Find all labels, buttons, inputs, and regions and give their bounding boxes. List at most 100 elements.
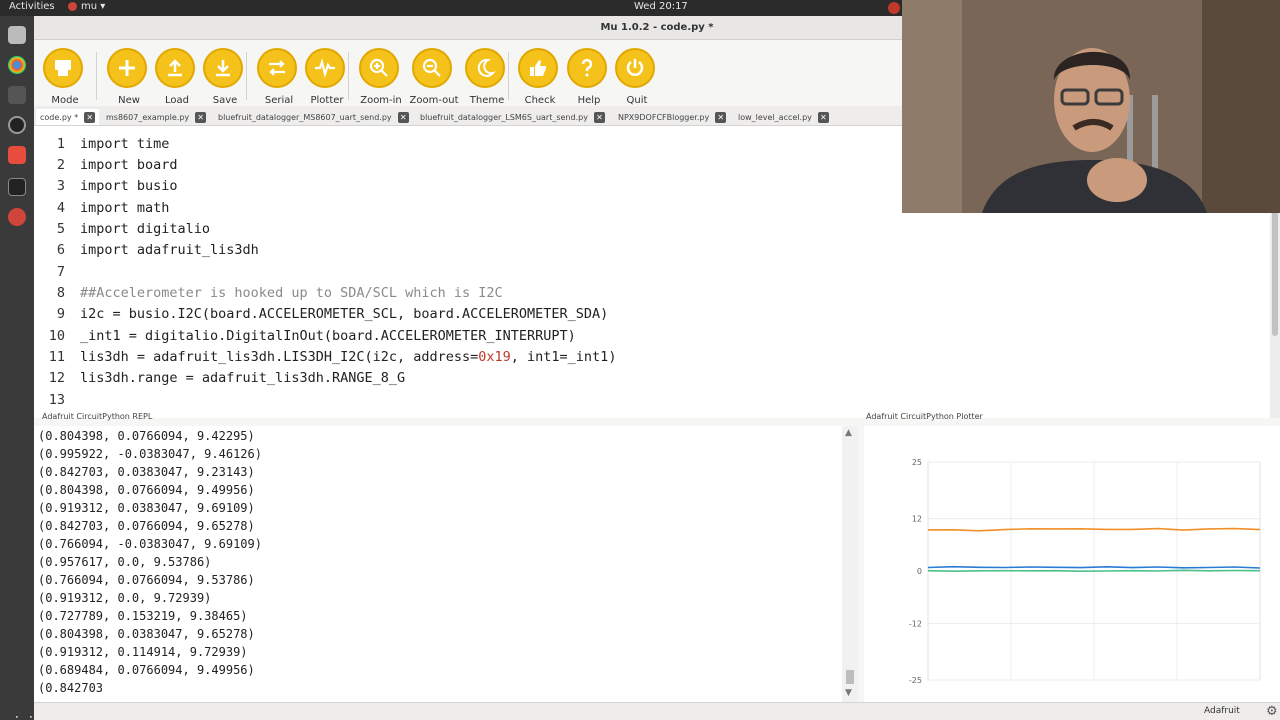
y-tick-label: 12	[912, 515, 922, 524]
moon-icon	[477, 58, 496, 77]
line-number: 10	[48, 328, 65, 344]
terminal-icon[interactable]	[8, 178, 26, 196]
mode-icon	[55, 60, 71, 76]
line-number: 4	[56, 200, 65, 216]
activities-button[interactable]: Activities	[9, 1, 55, 12]
tab-label: low_level_accel.py	[738, 112, 812, 122]
arrows-icon	[269, 60, 285, 76]
tab-label: bluefruit_datalogger_LSM6S_uart_send.py	[420, 112, 588, 122]
code-line: 11 lis3dh = adafruit_lis3dh.LIS3DH_I2C(i2…	[34, 349, 1270, 370]
repl-line: (0.919312, 0.0, 9.72939)	[38, 591, 212, 605]
show-apps-icon[interactable]: ⋮⋮	[10, 715, 38, 720]
line-number: 2	[56, 157, 65, 173]
y-tick-label: 0	[917, 567, 922, 576]
webcam-overlay	[902, 0, 1280, 213]
repl-line: (0.957617, 0.0, 9.53786)	[38, 555, 212, 569]
repl-line: (0.766094, 0.0766094, 9.53786)	[38, 573, 255, 587]
camera-icon[interactable]	[8, 86, 26, 104]
close-icon[interactable]: ✕	[195, 111, 207, 123]
tab-ms8607-example[interactable]: ms8607_example.py ✕	[106, 109, 207, 125]
scrollbar-thumb[interactable]	[846, 670, 854, 684]
code-text: import board	[80, 157, 178, 173]
zoom-in-icon	[369, 58, 388, 77]
code-text: import adafruit_lis3dh	[80, 242, 259, 258]
app-menu-label: mu ▾	[81, 1, 106, 12]
code-text: import time	[80, 136, 170, 152]
plotter-pane: 25 12 0 -12 -25	[864, 426, 1280, 702]
code-comment: ##Accelerometer is hooked up to SDA/SCL …	[80, 285, 503, 301]
question-icon	[581, 58, 593, 77]
line-number: 6	[56, 242, 65, 258]
pulse-icon	[315, 58, 335, 78]
repl-line: (0.689484, 0.0766094, 9.49956)	[38, 663, 255, 677]
repl-line: (0.919312, 0.114914, 9.72939)	[38, 645, 248, 659]
code-text: import math	[80, 200, 170, 216]
download-icon	[216, 60, 230, 77]
upload-icon	[168, 59, 182, 77]
close-icon[interactable]: ✕	[397, 111, 409, 123]
app-icon[interactable]	[8, 146, 26, 164]
files-icon[interactable]	[8, 26, 26, 44]
repl-line: (0.804398, 0.0383047, 9.65278)	[38, 627, 255, 641]
code-line: 13	[34, 392, 1270, 413]
quit-label: Quit	[626, 95, 648, 106]
code-text: _int1 = digitalio.DigitalInOut(board.ACC…	[80, 328, 576, 344]
series-line-1	[927, 569, 1261, 573]
tab-lsm6s-uart-send[interactable]: bluefruit_datalogger_LSM6S_uart_send.py ✕	[420, 109, 605, 125]
clock[interactable]: Wed 20:17	[634, 1, 688, 12]
line-number: 9	[56, 306, 65, 322]
close-icon[interactable]: ✕	[84, 111, 96, 123]
line-number: 3	[56, 178, 65, 194]
tab-code-py[interactable]: code.py * ✕	[36, 109, 100, 125]
tab-label: bluefruit_datalogger_MS8607_uart_send.py	[218, 112, 392, 122]
power-icon	[626, 59, 644, 76]
repl-line: (0.804398, 0.0766094, 9.42295)	[38, 429, 255, 443]
code-text: import busio	[80, 178, 178, 194]
plotter-chart: 25 12 0 -12 -25	[909, 458, 1261, 685]
code-line: 6 import adafruit_lis3dh	[34, 242, 1270, 263]
code-text: i2c = busio.I2C(board.ACCELEROMETER_SCL,…	[80, 306, 609, 322]
dock: ⋮⋮	[0, 16, 38, 720]
scrollbar-thumb[interactable]	[1272, 206, 1278, 336]
thumbs-up-icon	[530, 60, 546, 76]
chrome-icon[interactable]	[8, 56, 26, 74]
plotter-title: Adafruit CircuitPython Plotter	[866, 412, 983, 421]
repl-line: (0.804398, 0.0766094, 9.49956)	[38, 483, 255, 497]
close-icon[interactable]: ✕	[715, 111, 727, 123]
repl-line: (0.766094, -0.0383047, 9.69109)	[38, 537, 262, 551]
tab-low-level-accel[interactable]: low_level_accel.py ✕	[738, 109, 829, 125]
system-menu-icon[interactable]	[888, 2, 900, 14]
repl-line: (0.919312, 0.0383047, 9.69109)	[38, 501, 255, 515]
repl-line: (0.842703, 0.0383047, 9.23143)	[38, 465, 255, 479]
quit-button[interactable]: Quit	[610, 48, 664, 108]
tab-label: NPX9DOFCFBlogger.py	[618, 112, 710, 122]
repl-line: (0.727789, 0.153219, 9.38465)	[38, 609, 248, 623]
mode-indicator[interactable]: Adafruit	[1204, 706, 1240, 716]
repl-pane[interactable]: (0.804398, 0.0766094, 9.42295) (0.995922…	[34, 426, 858, 702]
code-line: 7	[34, 264, 1270, 285]
scroll-down-icon[interactable]: ▼	[845, 688, 852, 698]
repl-line: (0.842703, 0.0766094, 9.65278)	[38, 519, 255, 533]
tab-ms8607-uart-send[interactable]: bluefruit_datalogger_MS8607_uart_send.py…	[218, 109, 409, 125]
y-tick-label: -12	[909, 619, 922, 628]
mode-label: Mode	[51, 95, 79, 106]
mode-button[interactable]: Mode	[38, 48, 92, 108]
title-bar: Mu 1.0.2 - code.py *	[34, 16, 902, 40]
code-line: 8 ##Accelerometer is hooked up to SDA/SCL…	[34, 285, 1270, 306]
app-menu[interactable]: mu ▾	[68, 1, 105, 12]
tab-npx9dofcfblogger[interactable]: NPX9DOFCFBlogger.py ✕	[618, 109, 727, 125]
obs-icon[interactable]	[8, 116, 26, 134]
close-icon[interactable]: ✕	[593, 111, 605, 123]
mu-dock-icon[interactable]	[8, 208, 26, 226]
code-line: 9 i2c = busio.I2C(board.ACCELEROMETER_SCL…	[34, 306, 1270, 327]
gear-icon[interactable]: ⚙	[1266, 704, 1278, 719]
line-number: 13	[48, 392, 65, 408]
plus-icon	[119, 60, 135, 76]
code-segment: lis3dh = adafruit_lis3dh.LIS3DH_I2C(i2c,…	[80, 349, 479, 365]
repl-scrollbar[interactable]: ▲ ▼	[842, 426, 858, 702]
close-icon[interactable]: ✕	[817, 111, 829, 123]
scroll-up-icon[interactable]: ▲	[845, 428, 852, 438]
code-segment: , int1=_int1)	[510, 349, 617, 365]
code-text: lis3dh.range = adafruit_lis3dh.RANGE_8_G	[80, 370, 406, 386]
line-number: 8	[56, 285, 65, 301]
